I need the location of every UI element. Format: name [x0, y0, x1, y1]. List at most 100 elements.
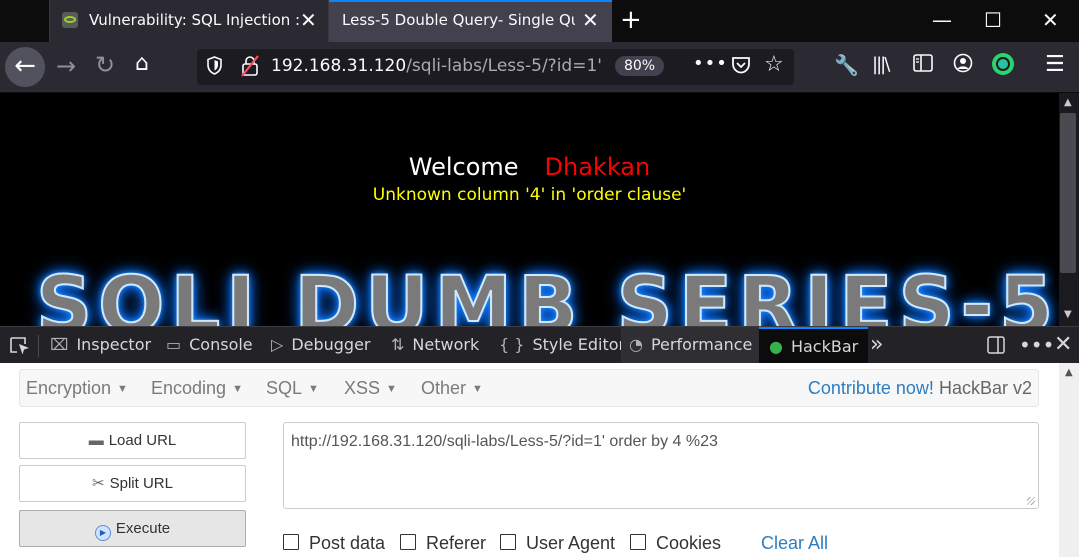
debugger-icon: ▷: [271, 335, 284, 354]
maximize-button[interactable]: ☐: [984, 6, 1002, 34]
checkbox-label: Post data: [309, 533, 386, 553]
url-textarea-value: http://192.168.31.120/sqli-labs/Less-5/?…: [291, 433, 718, 450]
tab-less-5[interactable]: Less-5 Double Query- Single Quotes ✕: [329, 0, 612, 42]
tab-hackbar[interactable]: ● HackBar: [759, 327, 869, 364]
url-textarea[interactable]: http://192.168.31.120/sqli-labs/Less-5/?…: [283, 422, 1039, 509]
tab-sql-injection[interactable]: Vulnerability: SQL Injection :: D ✕: [49, 0, 329, 42]
zoom-indicator[interactable]: 80%: [615, 56, 664, 76]
checkbox-box[interactable]: [630, 534, 646, 550]
load-url-icon: ▬: [88, 432, 104, 449]
back-button[interactable]: ←: [5, 47, 45, 87]
devtools-toolbar: ⌧ Inspector ▭ Console ▷ Debugger ⇅ Network {…: [0, 326, 1079, 364]
checkbox-box[interactable]: [283, 534, 299, 550]
menu-sql[interactable]: SQL ▼: [266, 378, 319, 399]
resize-grip-icon[interactable]: [1027, 497, 1035, 505]
tab-debugger[interactable]: ▷ Debugger: [271, 327, 371, 364]
page-actions-menu-icon[interactable]: •••: [693, 53, 728, 74]
contribute-text: Contribute now! HackBar v2: [808, 378, 1032, 399]
menu-other[interactable]: Other ▼: [421, 378, 483, 399]
tab-title: Vulnerability: SQL Injection :: D: [89, 11, 299, 29]
menu-encryption[interactable]: Encryption ▼: [26, 378, 128, 399]
referer-checkbox[interactable]: Referer: [400, 533, 486, 554]
menu-encoding[interactable]: Encoding ▼: [151, 378, 243, 399]
tab-label: Network: [412, 335, 480, 354]
execute-button[interactable]: ▶ Execute: [19, 510, 246, 547]
forward-button[interactable]: →: [56, 52, 76, 80]
new-tab-button[interactable]: +: [620, 6, 642, 34]
checkbox-label: Referer: [426, 533, 487, 553]
tab-network[interactable]: ⇅ Network: [391, 327, 479, 364]
play-icon: ▶: [94, 525, 111, 541]
toolbar-separator: [38, 335, 39, 357]
contribute-link[interactable]: Contribute now!: [808, 378, 934, 398]
tab-close-icon[interactable]: ✕: [300, 8, 317, 32]
url-path: /sqli-labs/Less-5/?id=1' o: [406, 56, 605, 76]
user-agent-checkbox[interactable]: User Agent: [500, 533, 615, 554]
menu-label: Other: [421, 378, 467, 398]
tab-style-editor[interactable]: { } Style Editor: [499, 327, 625, 364]
hackbar-icon: ●: [769, 337, 783, 356]
sql-error-message: Unknown column '4' in 'order clause': [372, 185, 687, 205]
caret-down-icon: ▼: [472, 383, 483, 395]
tab-label: Performance: [650, 335, 753, 354]
account-icon[interactable]: [953, 53, 973, 73]
tracking-protection-shield-icon[interactable]: [207, 56, 222, 75]
style-editor-icon: { }: [499, 335, 525, 354]
more-tools-chevron-icon[interactable]: »: [870, 327, 883, 364]
hackbar-panel: Encryption ▼ Encoding ▼ SQL ▼ XSS ▼ Other ▼ C…: [0, 363, 1059, 557]
tab-inspector[interactable]: ⌧ Inspector: [50, 327, 151, 364]
button-label: Split URL: [109, 475, 173, 492]
hackbar-version: HackBar v2: [938, 378, 1032, 398]
dock-side-icon[interactable]: [987, 336, 1005, 354]
close-window-button[interactable]: ✕: [1042, 6, 1059, 34]
pocket-icon[interactable]: [731, 56, 751, 74]
dvwa-favicon-icon: [62, 12, 78, 28]
tab-label: Console: [189, 335, 253, 354]
tab-performance[interactable]: ◔ Performance: [621, 327, 761, 364]
scroll-up-icon[interactable]: ▲: [1065, 367, 1073, 378]
element-picker-icon[interactable]: [9, 336, 31, 356]
url-bar[interactable]: 192.168.31.120/sqli-labs/Less-5/?id=1' o…: [197, 49, 794, 85]
page-scrollbar[interactable]: ▲ ▼: [1059, 93, 1079, 326]
tab-close-icon[interactable]: ✕: [582, 8, 599, 32]
home-button[interactable]: ⌂: [135, 51, 149, 76]
devtools-close-icon[interactable]: ✕: [1054, 327, 1072, 364]
insecure-lock-icon[interactable]: [241, 55, 259, 77]
library-icon[interactable]: |||\: [872, 54, 890, 75]
console-icon: ▭: [166, 335, 182, 354]
performance-icon: ◔: [629, 335, 643, 354]
checkbox-label: Cookies: [656, 533, 722, 553]
clear-all-link[interactable]: Clear All: [761, 533, 828, 554]
post-data-checkbox[interactable]: Post data: [283, 533, 385, 554]
caret-down-icon: ▼: [308, 383, 319, 395]
button-label: Load URL: [108, 432, 177, 449]
extension-icon[interactable]: [992, 53, 1014, 75]
tab-label: HackBar: [790, 337, 859, 356]
sidebar-icon[interactable]: [913, 54, 933, 72]
minimize-button[interactable]: —: [932, 6, 952, 34]
scroll-down-icon[interactable]: ▼: [1064, 309, 1072, 320]
cookies-checkbox[interactable]: Cookies: [630, 533, 721, 554]
hamburger-menu-icon[interactable]: ☰: [1045, 52, 1065, 77]
tab-console[interactable]: ▭ Console: [166, 327, 253, 364]
menu-label: SQL: [266, 378, 303, 398]
hackbar-scrollbar[interactable]: ▲: [1059, 363, 1079, 557]
checkbox-box[interactable]: [500, 534, 516, 550]
split-url-button[interactable]: ✂ Split URL: [19, 465, 246, 502]
url-text[interactable]: 192.168.31.120/sqli-labs/Less-5/?id=1' o: [271, 56, 605, 76]
navigation-toolbar: ← → ↻ ⌂ 192.168.31.120/sqli-labs/Less-5/…: [0, 42, 1079, 93]
load-url-button[interactable]: ▬ Load URL: [19, 422, 246, 459]
hackbar-menu-bar: Encryption ▼ Encoding ▼ SQL ▼ XSS ▼ Other ▼ C…: [19, 369, 1039, 407]
menu-xss[interactable]: XSS ▼: [344, 378, 397, 399]
menu-label: XSS: [344, 378, 381, 398]
reload-button[interactable]: ↻: [95, 51, 115, 79]
caret-down-icon: ▼: [232, 383, 243, 395]
checkbox-box[interactable]: [400, 534, 416, 550]
wrench-icon[interactable]: 🔧: [834, 53, 859, 77]
bookmark-star-icon[interactable]: ☆: [764, 52, 784, 77]
menu-label: Encoding: [151, 378, 227, 398]
welcome-line: Welcome Dhakkan: [0, 153, 1059, 181]
scroll-up-icon[interactable]: ▲: [1064, 97, 1072, 108]
devtools-options-icon[interactable]: •••: [1019, 327, 1054, 364]
scrollbar-thumb[interactable]: [1060, 113, 1076, 273]
